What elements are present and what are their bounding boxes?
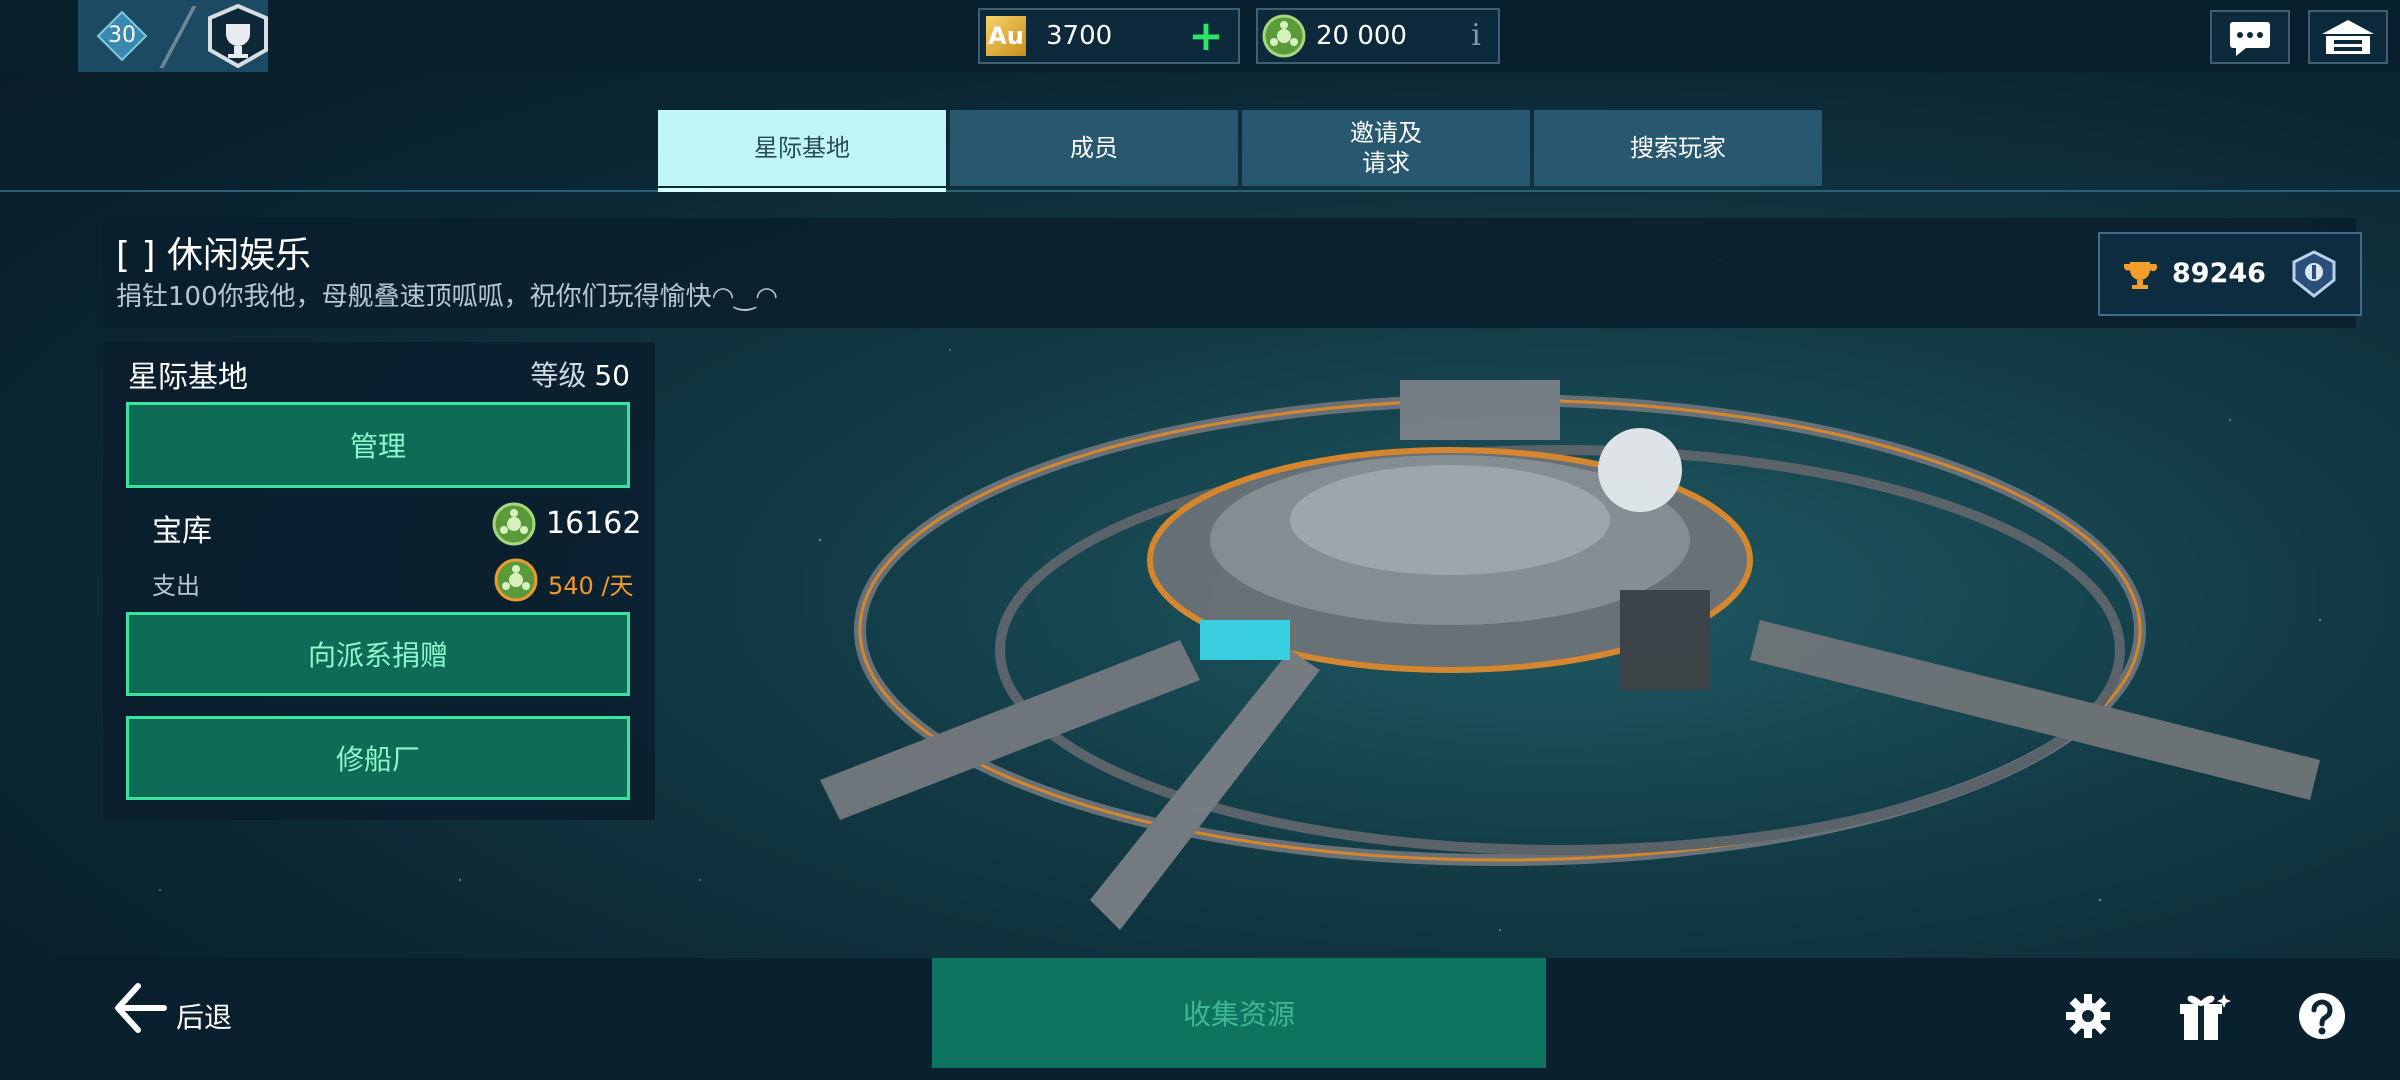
vault-coin-icon xyxy=(492,502,536,546)
spend-value: 540 /天 xyxy=(548,572,634,600)
tab-separator-line xyxy=(0,190,2400,192)
guild-trophy-count: 89246 xyxy=(2172,258,2266,289)
panel-title: 星际基地 xyxy=(128,360,248,395)
info-icon[interactable]: i xyxy=(1468,20,1484,52)
spend-coin-icon xyxy=(494,558,538,602)
manage-button[interactable]: 管理 xyxy=(126,402,630,488)
chat-icon xyxy=(2230,22,2270,56)
vault-label: 宝库 xyxy=(152,514,212,549)
back-button[interactable] xyxy=(112,980,168,1042)
chat-button[interactable] xyxy=(2210,10,2290,64)
credits-resource: 20 000 i xyxy=(1256,8,1500,64)
player-level-badge[interactable]: 30 xyxy=(96,10,148,62)
guild-trophy-box[interactable]: 89246 xyxy=(2098,232,2362,316)
vault-value: 16162 xyxy=(546,506,642,541)
tab-search-players[interactable]: 搜索玩家 xyxy=(1534,110,1822,186)
settings-gear-icon[interactable] xyxy=(2062,990,2114,1042)
credits-coin-icon xyxy=(1262,14,1306,58)
tab-invites-requests[interactable]: 邀请及 请求 xyxy=(1242,110,1530,186)
credits-amount: 20 000 xyxy=(1316,21,1407,51)
tab-starbase[interactable]: 星际基地 xyxy=(658,110,946,186)
guild-description: 捐钍100你我他，母舰叠速顶呱呱，祝你们玩得愉快◠‿◠ xyxy=(116,282,778,312)
spend-label: 支出 xyxy=(152,572,200,600)
back-arrow-icon xyxy=(115,983,167,1033)
tab-members[interactable]: 成员 xyxy=(950,110,1238,186)
back-label[interactable]: 后退 xyxy=(176,996,232,1036)
donate-button[interactable]: 向派系捐赠 xyxy=(126,612,630,696)
gold-resource: Au 3700 + xyxy=(978,8,1240,64)
level-label: 等级 xyxy=(530,359,587,392)
collect-resources-button[interactable]: 收集资源 xyxy=(932,958,1546,1068)
gold-amount: 3700 xyxy=(1046,21,1113,51)
home-button[interactable] xyxy=(2308,10,2388,64)
active-tab-indicator xyxy=(658,188,946,192)
trophy-icon xyxy=(2124,262,2158,289)
player-level-value: 30 xyxy=(108,23,136,48)
starbase-level: 等级 50 xyxy=(530,354,630,394)
shipyard-button[interactable]: 修船厂 xyxy=(126,716,630,800)
home-base-icon xyxy=(2322,20,2374,54)
help-icon[interactable] xyxy=(2296,990,2348,1042)
guild-title: [ ] 休闲娱乐 xyxy=(116,235,311,276)
guild-league-shield-icon xyxy=(2292,250,2336,298)
gift-icon[interactable] xyxy=(2176,988,2232,1044)
add-gold-button[interactable]: + xyxy=(1188,15,1224,57)
level-value: 50 xyxy=(594,359,630,392)
league-trophy-icon[interactable] xyxy=(204,3,272,69)
gold-icon: Au xyxy=(986,16,1026,56)
space-station-image xyxy=(820,380,2320,930)
